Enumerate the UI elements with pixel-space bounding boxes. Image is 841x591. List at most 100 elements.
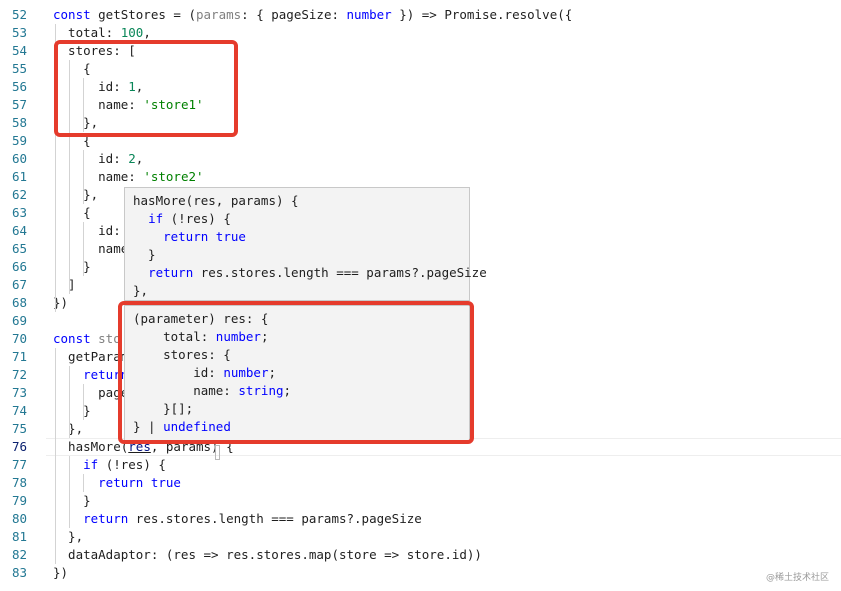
code-token: if (83, 457, 99, 472)
line-code: page (53, 384, 128, 402)
indent-guide (83, 150, 84, 204)
code-token: getParam (53, 349, 129, 364)
line-code: const getStores = (params: { pageSize: n… (53, 6, 572, 24)
line-code: } (53, 258, 91, 276)
line-number: 65 (11, 241, 27, 256)
code-token: return (148, 265, 194, 280)
code-token: hasMore( (53, 439, 129, 454)
code-token: }, (53, 529, 84, 544)
line-number: 63 (11, 205, 27, 220)
code-line[interactable]: 61 name: 'store2' (0, 168, 841, 186)
code-token: , (143, 25, 151, 40)
code-line[interactable]: 78 return true (0, 474, 841, 492)
code-token: 100 (120, 25, 144, 40)
code-line[interactable]: 80 return res.stores.length === params?.… (0, 510, 841, 528)
code-token: }, (133, 283, 149, 298)
line-code: const sto (53, 330, 121, 348)
line-code: return res.stores.length === params?.pag… (53, 510, 422, 528)
line-number: 74 (11, 403, 27, 418)
code-token: id: (53, 151, 129, 166)
highlight-box-store1 (54, 40, 238, 137)
indent-guide (83, 222, 84, 276)
code-token: 'store2' (143, 169, 204, 184)
code-line[interactable]: 82 dataAdaptor: (res => res.stores.map(s… (0, 546, 841, 564)
code-token: number (346, 7, 392, 22)
hover-source-preview: hasMore(res, params) { if (!res) { retur… (124, 187, 487, 301)
code-line[interactable]: 60 id: 2, (0, 150, 841, 168)
code-token: dataAdaptor: (res => res.stores.map(stor… (53, 547, 482, 562)
line-number: 69 (11, 313, 27, 328)
code-token: 2 (128, 151, 136, 166)
code-line[interactable]: 81 }, (0, 528, 841, 546)
indent-guide (69, 366, 70, 438)
code-token: id: (53, 223, 121, 238)
code-line[interactable]: 79 } (0, 492, 841, 510)
code-line[interactable]: 77 if (!res) { (0, 456, 841, 474)
line-number: 53 (11, 25, 27, 40)
line-number: 80 (11, 511, 27, 526)
line-number: 60 (11, 151, 27, 166)
code-line[interactable]: 83}) (0, 564, 841, 582)
code-token: name (53, 241, 129, 256)
line-number: 70 (11, 331, 27, 346)
code-token: res.stores.length === params?.pageSize (128, 511, 422, 526)
code-token: }) (53, 565, 69, 580)
line-code: id: 2, (53, 150, 143, 168)
line-code: }, (53, 186, 98, 204)
code-token: res.stores.length === params?.pageSize (193, 265, 487, 280)
line-code: name (53, 240, 128, 258)
code-token: return true (163, 229, 246, 244)
code-line[interactable]: 52 const getStores = (params: { pageSize:… (0, 6, 841, 24)
line-number: 56 (11, 79, 27, 94)
line-code: name: 'store2' (53, 168, 204, 186)
line-number: 62 (11, 187, 27, 202)
code-token: const (53, 7, 99, 22)
line-code: return true (53, 474, 181, 492)
code-token: { (53, 205, 91, 220)
hover-line: }, (133, 282, 148, 300)
line-code: }) (53, 564, 68, 582)
line-number: 52 (11, 7, 27, 22)
line-number: 54 (11, 43, 27, 58)
line-number: 83 (11, 565, 27, 580)
hover-line: return true (133, 228, 246, 246)
highlight-box-type-info (118, 301, 474, 444)
line-number: 55 (11, 61, 27, 76)
bracket-match-indicator (215, 445, 220, 460)
line-number: 76 (11, 439, 27, 454)
code-token: }) => Promise.resolve({ (391, 7, 573, 22)
line-code: }, (53, 528, 83, 546)
hover-line: hasMore(res, params) { (133, 192, 299, 210)
line-number: 78 (11, 475, 27, 490)
line-number: 64 (11, 223, 27, 238)
code-token: if (148, 211, 164, 226)
indent-guide (55, 348, 56, 564)
code-token: ] (53, 277, 76, 292)
indent-guide (83, 474, 84, 492)
code-token: const (53, 331, 99, 346)
line-number: 59 (11, 133, 27, 148)
code-token: hasMore(res, params) { (133, 193, 299, 208)
line-number: 61 (11, 169, 27, 184)
line-code: ] (53, 276, 76, 294)
code-token: getStores = ( (98, 7, 196, 22)
line-code: id: (53, 222, 121, 240)
line-number: 66 (11, 259, 27, 274)
code-token: total: (53, 25, 121, 40)
hover-line: if (!res) { (133, 210, 231, 228)
code-token: name: (53, 169, 144, 184)
line-number: 82 (11, 547, 27, 562)
code-token: page (53, 385, 129, 400)
hover-line: return res.stores.length === params?.pag… (133, 264, 487, 282)
line-code: dataAdaptor: (res => res.stores.map(stor… (53, 546, 482, 564)
code-token: : { pageSize: (241, 7, 347, 22)
code-token: } (53, 259, 91, 274)
code-token: (!res) { (98, 457, 166, 472)
line-code: } (53, 492, 91, 510)
line-code: { (53, 204, 91, 222)
line-code: } (53, 402, 91, 420)
watermark: @稀土技术社区 (765, 573, 829, 583)
